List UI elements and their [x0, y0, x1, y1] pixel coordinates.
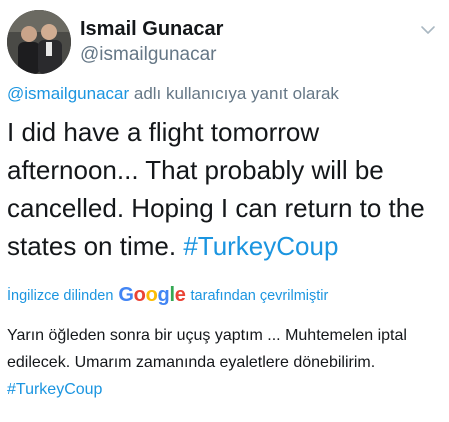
reply-mention-link[interactable]: @ismailgunacar: [7, 84, 129, 103]
avatar[interactable]: [7, 10, 71, 74]
reply-suffix: adlı kullanıcıya yanıt olarak: [133, 84, 339, 103]
translated-hashtag-link[interactable]: #TurkeyCoup: [7, 381, 102, 398]
display-name[interactable]: Ismail Gunacar: [80, 18, 223, 41]
translation-attribution[interactable]: İngilizce dilinden Google tarafından çev…: [7, 284, 328, 307]
chevron-down-icon[interactable]: [420, 22, 436, 38]
avatar-photo: [7, 10, 71, 74]
translation-suffix: tarafından çevrilmiştir: [190, 287, 329, 304]
tweet-text: I did have a flight tomorrow afternoon..…: [7, 113, 445, 265]
translated-body: Yarın öğleden sonra bir uçuş yaptım ... …: [7, 327, 407, 371]
google-logo: Google: [118, 284, 186, 306]
hashtag-link[interactable]: #TurkeyCoup: [183, 231, 338, 261]
reply-context: @ismailgunacar adlı kullanıcıya yanıt ol…: [7, 84, 339, 104]
user-handle[interactable]: @ismailgunacar: [80, 44, 217, 66]
translated-text: Yarın öğleden sonra bir uçuş yaptım ... …: [7, 322, 447, 403]
translation-prefix: İngilizce dilinden: [7, 287, 114, 304]
